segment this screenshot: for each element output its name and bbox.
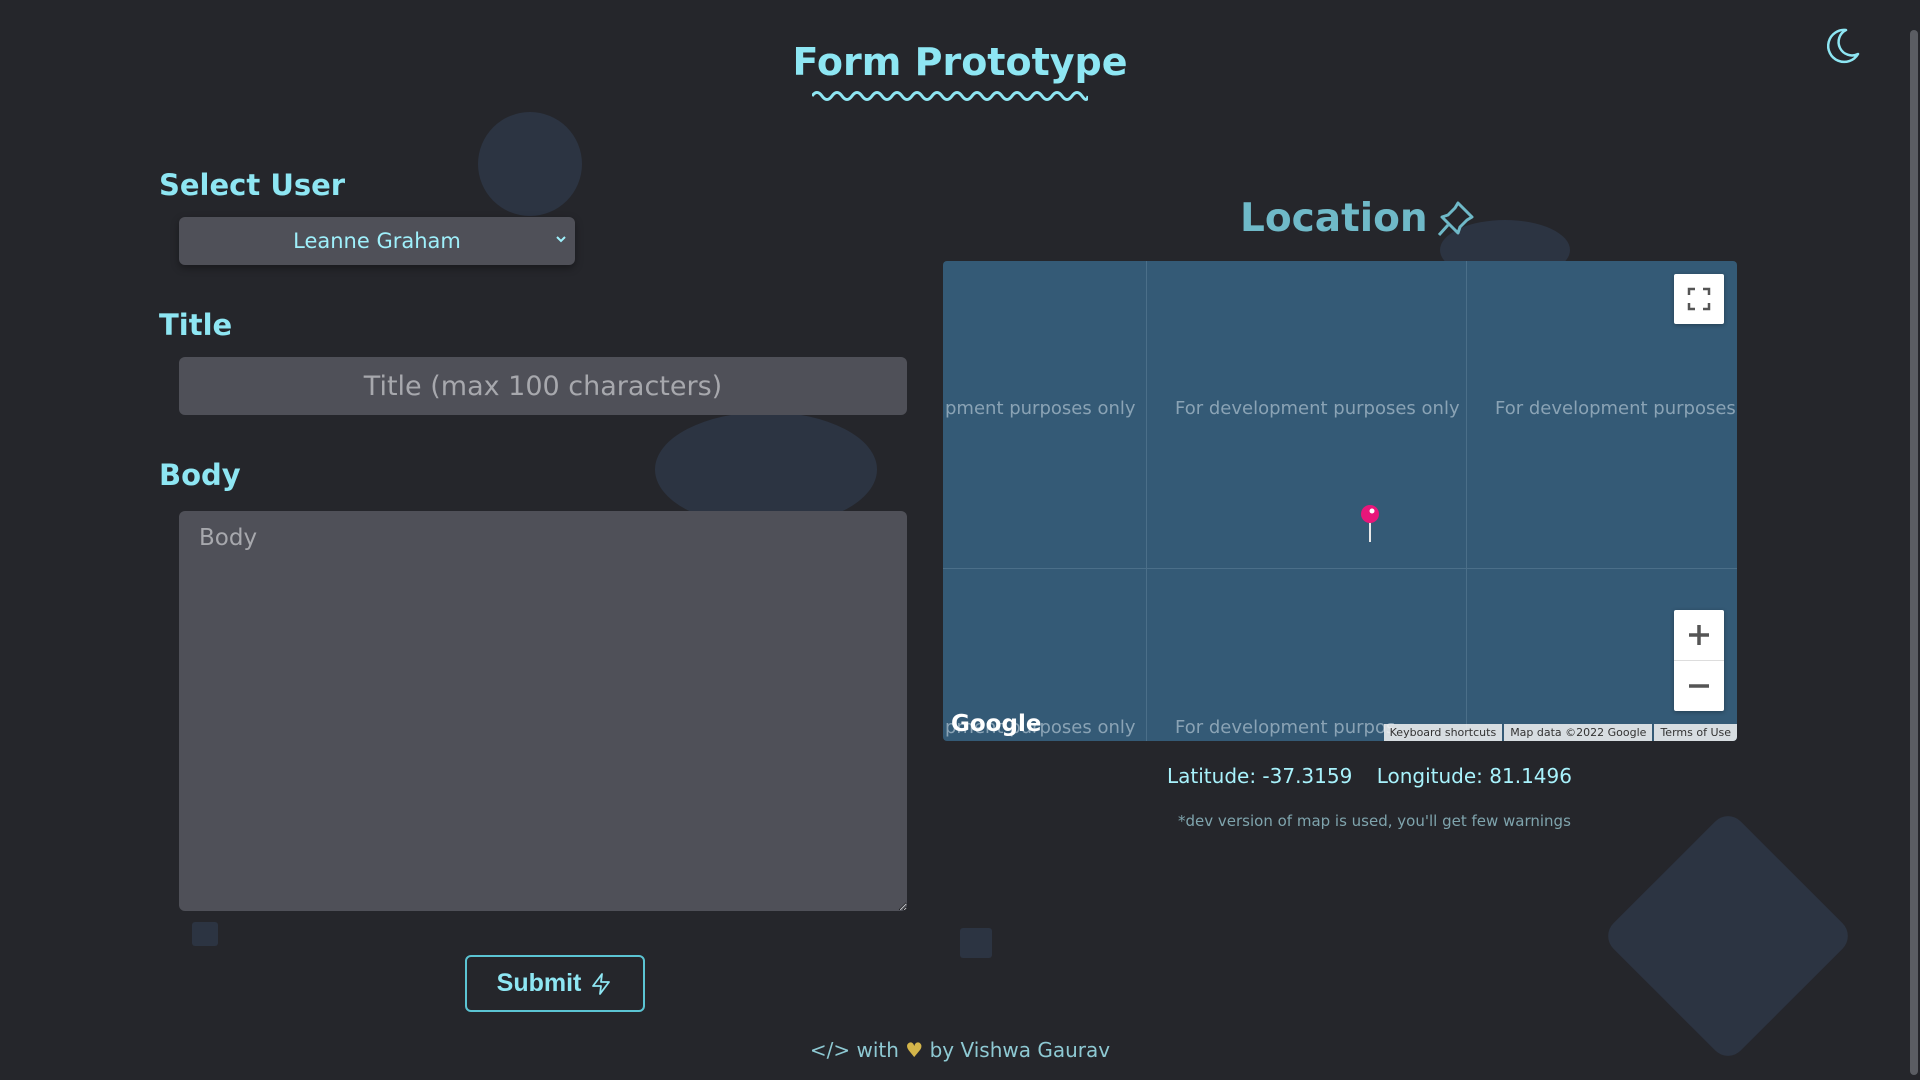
map-dev-watermark: For development purposes o	[1495, 398, 1737, 419]
title-label: Title	[159, 308, 233, 342]
page-title: Form Prototype	[792, 40, 1128, 84]
map-attribution: Keyboard shortcuts Map data ©2022 Google…	[1383, 724, 1737, 741]
map-dev-watermark: For development purposes only	[1175, 398, 1460, 419]
user-select-value: Leanne Graham	[293, 229, 461, 253]
map-data-label: Map data ©2022 Google	[1504, 724, 1653, 741]
bg-square-small-left	[192, 922, 218, 946]
user-select[interactable]: Leanne Graham	[179, 217, 575, 265]
longitude-value: Longitude: 81.1496	[1376, 764, 1572, 788]
location-heading: Location	[1240, 196, 1478, 241]
submit-button[interactable]: Submit	[465, 955, 645, 1012]
map-dev-watermark: pment purposes only	[945, 398, 1136, 419]
body-textarea[interactable]	[179, 511, 907, 911]
map-dev-note: *dev version of map is used, you'll get …	[1178, 812, 1571, 830]
location-title: Location	[1240, 196, 1428, 241]
map-dev-watermark: For development purpos	[1175, 717, 1396, 738]
bg-square-small-mid	[960, 928, 992, 958]
map-grid-line	[943, 568, 1737, 569]
google-logo: Google	[951, 711, 1042, 737]
keyboard-shortcuts-link[interactable]: Keyboard shortcuts	[1383, 724, 1503, 741]
zoom-in-button[interactable]	[1674, 610, 1724, 661]
bg-circle-top	[478, 112, 582, 216]
plus-icon	[1689, 625, 1709, 645]
bg-blob-middle	[655, 412, 877, 527]
latitude-value: Latitude: -37.3159	[1167, 764, 1353, 788]
heart-icon: ♥	[905, 1038, 924, 1062]
footer: </> with ♥ by Vishwa Gaurav	[0, 1038, 1920, 1062]
fullscreen-button[interactable]	[1674, 274, 1724, 324]
coordinates: Latitude: -37.3159 Longitude: 81.1496	[1167, 764, 1590, 788]
map-grid-line	[1146, 261, 1147, 741]
footer-prefix: </> with	[809, 1038, 899, 1062]
chevron-down-icon	[556, 236, 566, 243]
terms-of-use-link[interactable]: Terms of Use	[1654, 724, 1737, 741]
title-underline-wave	[812, 91, 1088, 101]
fullscreen-icon	[1687, 287, 1711, 311]
submit-label: Submit	[496, 969, 582, 997]
lightning-icon	[592, 972, 611, 995]
body-label: Body	[159, 458, 241, 492]
title-input[interactable]	[179, 357, 907, 415]
map-marker-icon[interactable]	[1360, 504, 1380, 546]
bg-diamond	[1600, 808, 1856, 1064]
minus-icon	[1689, 684, 1709, 688]
zoom-controls	[1674, 610, 1724, 711]
map-grid-line	[1466, 261, 1467, 741]
map[interactable]: pment purposes only For development purp…	[943, 261, 1737, 741]
zoom-out-button[interactable]	[1674, 661, 1724, 711]
scrollbar[interactable]	[1910, 30, 1918, 1075]
pin-icon	[1437, 201, 1474, 236]
footer-author: by Vishwa Gaurav	[929, 1038, 1111, 1062]
select-user-label: Select User	[159, 168, 346, 202]
